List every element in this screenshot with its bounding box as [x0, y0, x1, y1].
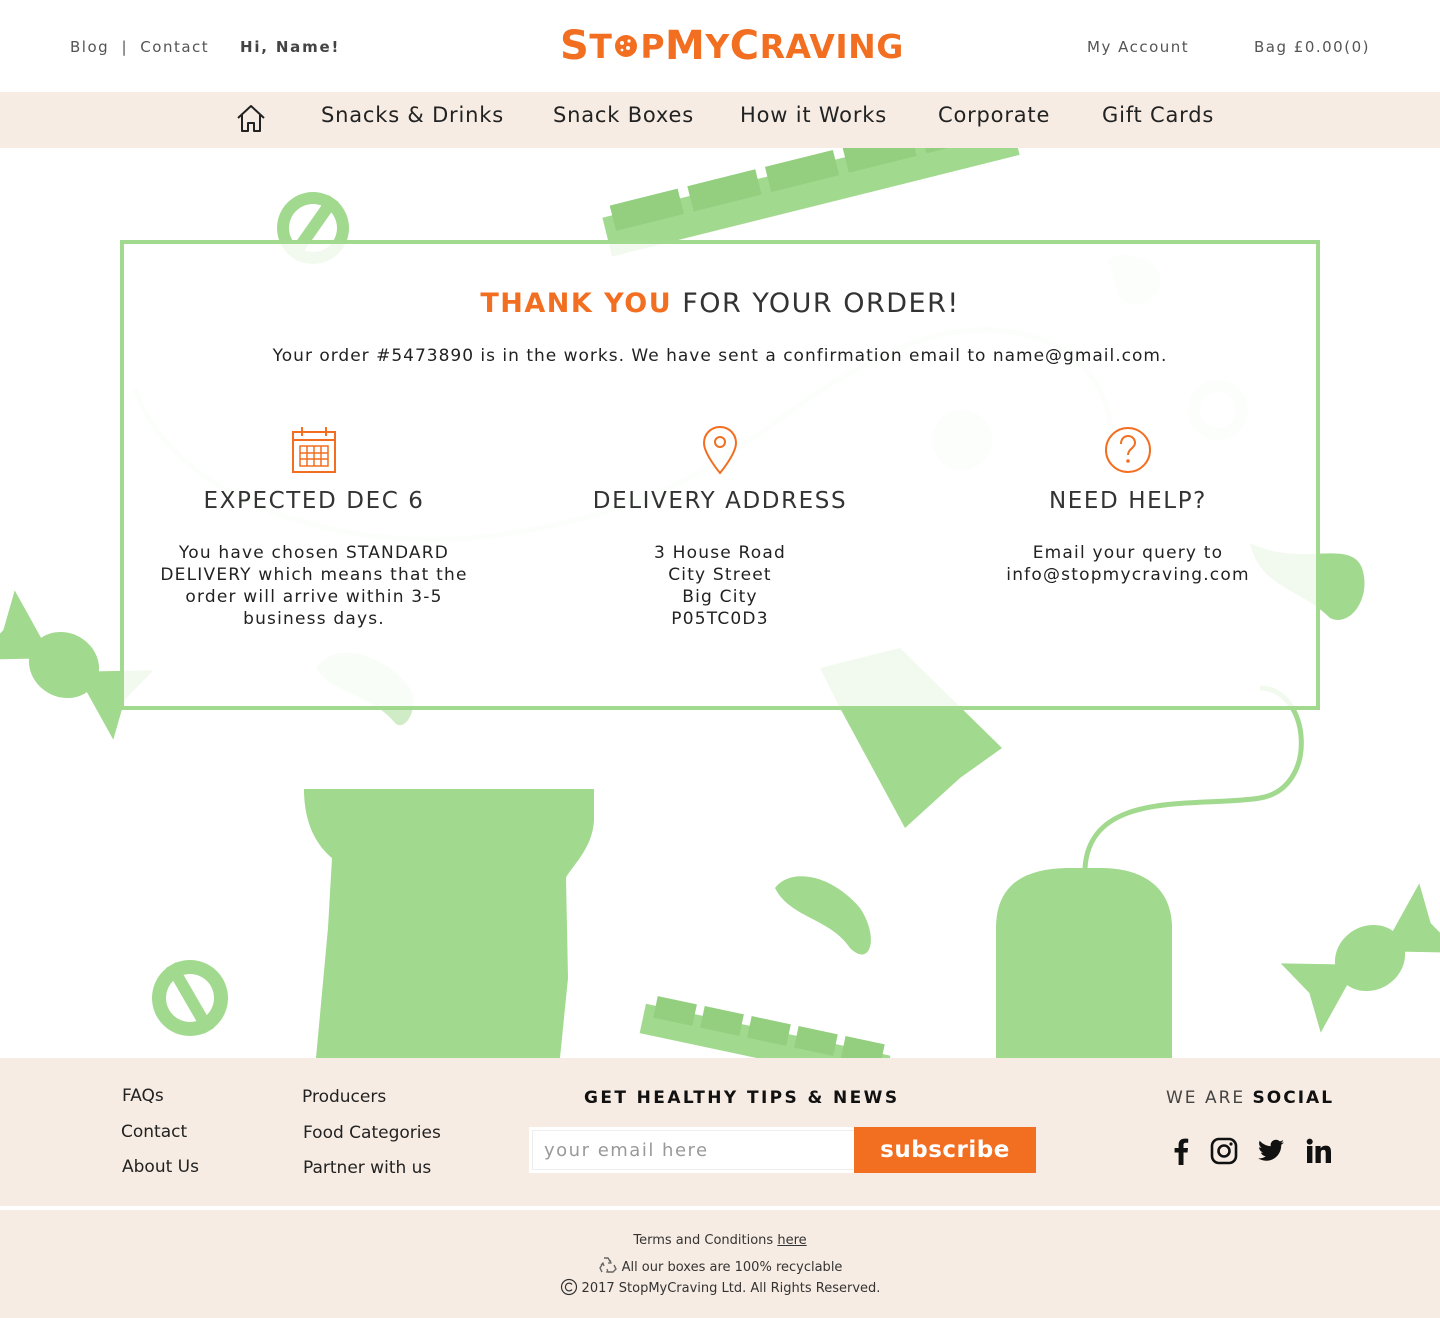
thank-you-title: THANK YOU FOR YOUR ORDER! [124, 288, 1316, 319]
footer-food-categories-link[interactable]: Food Categories [303, 1123, 441, 1143]
nav-how-it-works[interactable]: How it Works [740, 103, 887, 127]
copyright-icon [560, 1278, 577, 1296]
logo-letter: RAVING [759, 26, 904, 66]
instagram-link[interactable] [1209, 1136, 1239, 1166]
newsletter-email-input[interactable] [529, 1127, 859, 1173]
footer-producers-link[interactable]: Producers [302, 1087, 386, 1107]
contact-link[interactable]: Contact [140, 38, 209, 56]
order-confirmation-hero: THANK YOU FOR YOUR ORDER! Your order #54… [0, 148, 1440, 1058]
need-help-column: NEED HELP? Email your query to info@stop… [938, 424, 1318, 586]
recycle-text: All our boxes are 100% recyclable [621, 1260, 843, 1275]
terms-link-text: here [777, 1233, 807, 1248]
facebook-link[interactable] [1170, 1136, 1192, 1166]
logo-letter: P [640, 26, 666, 66]
subscribe-button[interactable]: subscribe [854, 1127, 1036, 1173]
terms-text: Terms and Conditions [633, 1233, 778, 1248]
copyright-line: 2017 StopMyCraving Ltd. All Rights Reser… [0, 1278, 1440, 1296]
cookie-icon [615, 35, 638, 57]
text-line: Big City [682, 587, 758, 607]
footer-contact-link[interactable]: Contact [121, 1122, 187, 1142]
text-line: business days. [243, 609, 385, 629]
expected-delivery-column: EXPECTED DEC 6 You have chosen STANDARD … [124, 424, 504, 630]
terms-line: Terms and Conditions here [0, 1233, 1440, 1248]
top-links-separator: | [121, 38, 129, 56]
text-line: 3 House Road [654, 543, 786, 563]
bag-link[interactable]: Bag £0.00(0) [1254, 38, 1370, 56]
order-confirmation-card: THANK YOU FOR YOUR ORDER! Your order #54… [120, 240, 1320, 710]
nav-snack-boxes[interactable]: Snack Boxes [553, 103, 694, 127]
logo-letter: C [729, 23, 760, 69]
top-bar: Blog | Contact Hi, Name! ST P M Y C RAVING M… [0, 0, 1440, 92]
blog-link[interactable]: Blog [70, 38, 109, 56]
logo-letter: S [560, 23, 590, 69]
linkedin-link[interactable] [1304, 1136, 1334, 1166]
social-title: WE ARE SOCIAL [1166, 1088, 1334, 1108]
facebook-icon [1174, 1138, 1189, 1165]
recycle-line: All our boxes are 100% recyclable [0, 1256, 1440, 1275]
logo-letter: T [589, 26, 613, 66]
text-line: P05TC0D3 [671, 609, 769, 629]
expected-delivery-text: You have chosen STANDARD DELIVERY which … [124, 542, 504, 630]
copyright-text: 2017 StopMyCraving Ltd. All Rights Reser… [581, 1281, 881, 1296]
footer-partner-link[interactable]: Partner with us [303, 1158, 431, 1178]
terms-link[interactable]: here [777, 1233, 806, 1248]
expected-date-heading: EXPECTED DEC 6 [203, 488, 425, 514]
twitter-link[interactable] [1255, 1136, 1287, 1166]
help-question-icon [1105, 427, 1151, 473]
location-pin-icon [702, 425, 738, 475]
recycle-icon [598, 1257, 617, 1273]
social-title-prefix: WE ARE [1166, 1088, 1253, 1108]
nav-home[interactable] [235, 103, 267, 135]
text-line: DELIVERY which means that the [160, 565, 468, 585]
calendar-icon [292, 427, 336, 473]
delivery-address-text: 3 House Road City Street Big City P05TC0… [530, 542, 910, 630]
linkedin-icon [1306, 1138, 1331, 1163]
logo-letter: Y [705, 26, 730, 66]
main-nav: Snacks & Drinks Snack Boxes How it Works… [0, 92, 1440, 148]
thank-you-accent: THANK YOU [480, 288, 673, 319]
nav-gift-cards[interactable]: Gift Cards [1102, 103, 1214, 127]
social-title-bold: SOCIAL [1252, 1088, 1335, 1108]
home-icon [237, 105, 265, 132]
newsletter-title: GET HEALTHY TIPS & NEWS [584, 1088, 900, 1108]
brand-logo[interactable]: ST P M Y C RAVING [560, 23, 904, 69]
nav-corporate[interactable]: Corporate [938, 103, 1050, 127]
footer-about-link[interactable]: About Us [122, 1157, 199, 1177]
instagram-icon [1210, 1137, 1238, 1165]
logo-letter: M [665, 23, 706, 69]
text-line: order will arrive within 3-5 [185, 587, 443, 607]
twitter-icon [1258, 1139, 1284, 1161]
need-help-text: Email your query to info@stopmycraving.c… [938, 542, 1318, 586]
text-line: You have chosen STANDARD [178, 543, 450, 563]
order-message: Your order #5473890 is in the works. We … [272, 346, 1168, 366]
footer-faqs-link[interactable]: FAQs [122, 1086, 164, 1106]
need-help-heading: NEED HELP? [1048, 488, 1207, 514]
text-line: Email your query to [1032, 543, 1224, 563]
site-footer: FAQs Contact About Us Producers Food Cat… [0, 1058, 1440, 1318]
thank-you-rest: FOR YOUR ORDER! [672, 288, 960, 319]
support-email-link[interactable]: info@stopmycraving.com [938, 564, 1318, 586]
text-line: City Street [668, 565, 772, 585]
delivery-address-column: DELIVERY ADDRESS 3 House Road City Stree… [530, 424, 910, 630]
user-greeting: Hi, Name! [240, 38, 341, 56]
my-account-link[interactable]: My Account [1087, 38, 1189, 56]
delivery-address-heading: DELIVERY ADDRESS [592, 488, 848, 514]
top-links: Blog | Contact [70, 38, 209, 56]
footer-divider [0, 1206, 1440, 1210]
nav-snacks-drinks[interactable]: Snacks & Drinks [321, 103, 504, 127]
